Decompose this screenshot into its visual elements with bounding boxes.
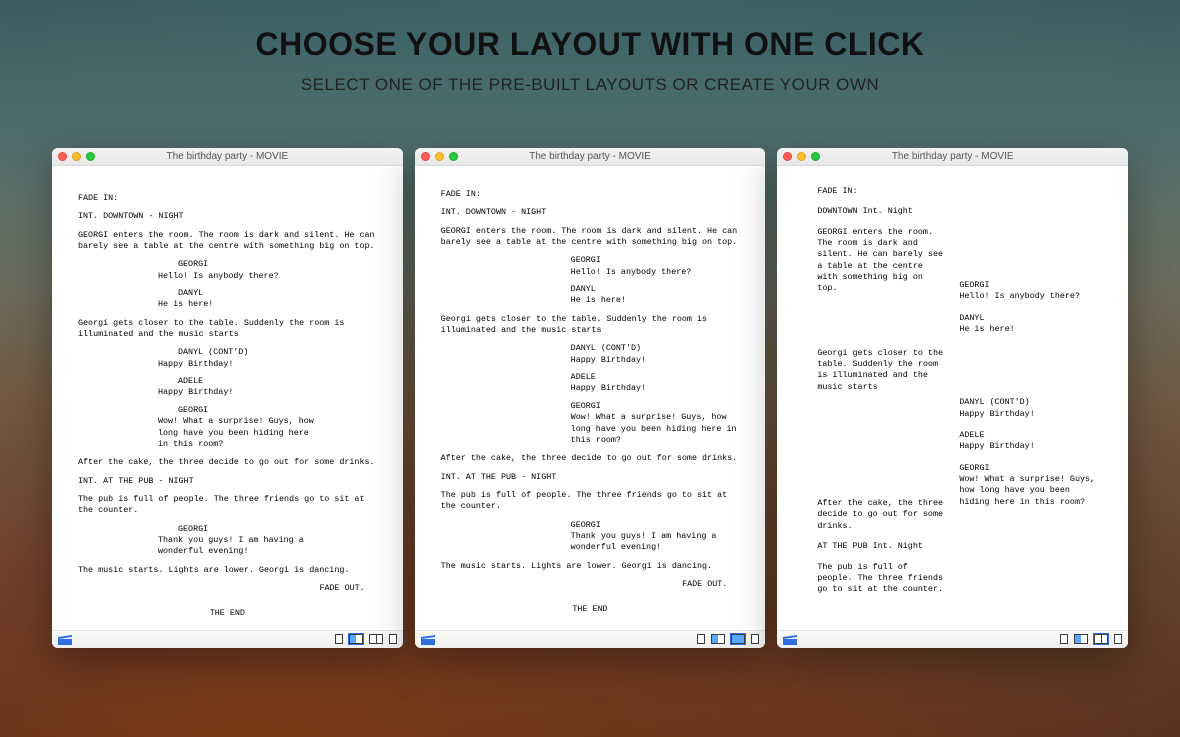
layout-switcher[interactable] [335, 634, 397, 644]
action-text: Georgi gets closer to the table. Suddenl… [441, 314, 740, 337]
layout-icon-half[interactable] [349, 634, 363, 644]
scene-heading: INT. DOWNTOWN - NIGHT [78, 211, 377, 222]
action-text: The pub is full of people. The three fri… [78, 494, 377, 517]
titlebar: The birthday party - MOVIE [52, 148, 403, 166]
action-text: GEORGI enters the room. The room is dark… [441, 226, 740, 249]
subheadline: SELECT ONE OF THE PRE-BUILT LAYOUTS OR C… [0, 75, 1180, 95]
the-end: THE END [78, 608, 377, 619]
fade-in: FADE IN: [441, 189, 740, 200]
headline: CHOOSE YOUR LAYOUT WITH ONE CLICK [0, 0, 1180, 63]
layout-preview-3[interactable]: The birthday party - MOVIE FADE IN: DOWN… [777, 148, 1128, 648]
action-text: GEORGI enters the room. The room is dark… [78, 230, 377, 253]
document-body: FADE IN: INT. DOWNTOWN - NIGHT GEORGI en… [415, 166, 766, 630]
window-title: The birthday party - MOVIE [415, 151, 766, 162]
zoom-icon[interactable] [811, 152, 820, 161]
layout-icon-narrow-2[interactable] [389, 634, 397, 644]
action-text: Georgi gets closer to the table. Suddenl… [78, 318, 377, 341]
action-text: The music starts. Lights are lower. Geor… [78, 565, 377, 576]
zoom-icon[interactable] [449, 152, 458, 161]
zoom-icon[interactable] [86, 152, 95, 161]
layout-icon-half[interactable] [711, 634, 725, 644]
clapperboard-icon[interactable] [783, 633, 797, 645]
action-text: After the cake, the three decide to go o… [78, 457, 377, 468]
action-text: The music starts. Lights are lower. Geor… [441, 561, 740, 572]
layout-icon-narrow[interactable] [335, 634, 343, 644]
clapperboard-icon[interactable] [58, 633, 72, 645]
the-end: THE END [441, 604, 740, 615]
minimize-icon[interactable] [435, 152, 444, 161]
layout-preview-1[interactable]: The birthday party - MOVIE FADE IN: INT.… [52, 148, 403, 648]
transition: FADE OUT. [78, 583, 377, 594]
action-text: After the cake, the three decide to go o… [441, 453, 740, 464]
document-body: FADE IN: INT. DOWNTOWN - NIGHT GEORGI en… [52, 166, 403, 630]
titlebar: The birthday party - MOVIE [415, 148, 766, 166]
layout-preview-2[interactable]: The birthday party - MOVIE FADE IN: INT.… [415, 148, 766, 648]
window-title: The birthday party - MOVIE [52, 151, 403, 162]
document-body: FADE IN: DOWNTOWN Int. Night GEORGI ente… [777, 166, 1128, 630]
minimize-icon[interactable] [72, 152, 81, 161]
minimize-icon[interactable] [797, 152, 806, 161]
close-icon[interactable] [421, 152, 430, 161]
layout-icon-narrow-2[interactable] [751, 634, 759, 644]
layout-icon-narrow[interactable] [697, 634, 705, 644]
titlebar: The birthday party - MOVIE [777, 148, 1128, 166]
layout-preview-row: The birthday party - MOVIE FADE IN: INT.… [52, 148, 1128, 648]
layout-icon-split[interactable] [369, 634, 383, 644]
layout-icon-full[interactable] [731, 634, 745, 644]
scene-heading: INT. AT THE PUB - NIGHT [78, 476, 377, 487]
statusbar [52, 630, 403, 648]
statusbar [777, 630, 1128, 648]
scene-heading: INT. DOWNTOWN - NIGHT [441, 207, 740, 218]
layout-icon-narrow[interactable] [1060, 634, 1068, 644]
layout-icon-narrow-2[interactable] [1114, 634, 1122, 644]
layout-switcher[interactable] [697, 634, 759, 644]
statusbar [415, 630, 766, 648]
clapperboard-icon[interactable] [421, 633, 435, 645]
fade-in: FADE IN: [78, 193, 377, 204]
scene-heading: INT. AT THE PUB - NIGHT [441, 472, 740, 483]
layout-icon-split[interactable] [1094, 634, 1108, 644]
action-text: The pub is full of people. The three fri… [441, 490, 740, 513]
close-icon[interactable] [783, 152, 792, 161]
transition: FADE OUT. [441, 579, 740, 590]
close-icon[interactable] [58, 152, 67, 161]
layout-icon-half[interactable] [1074, 634, 1088, 644]
layout-switcher[interactable] [1060, 634, 1122, 644]
window-title: The birthday party - MOVIE [777, 151, 1128, 162]
